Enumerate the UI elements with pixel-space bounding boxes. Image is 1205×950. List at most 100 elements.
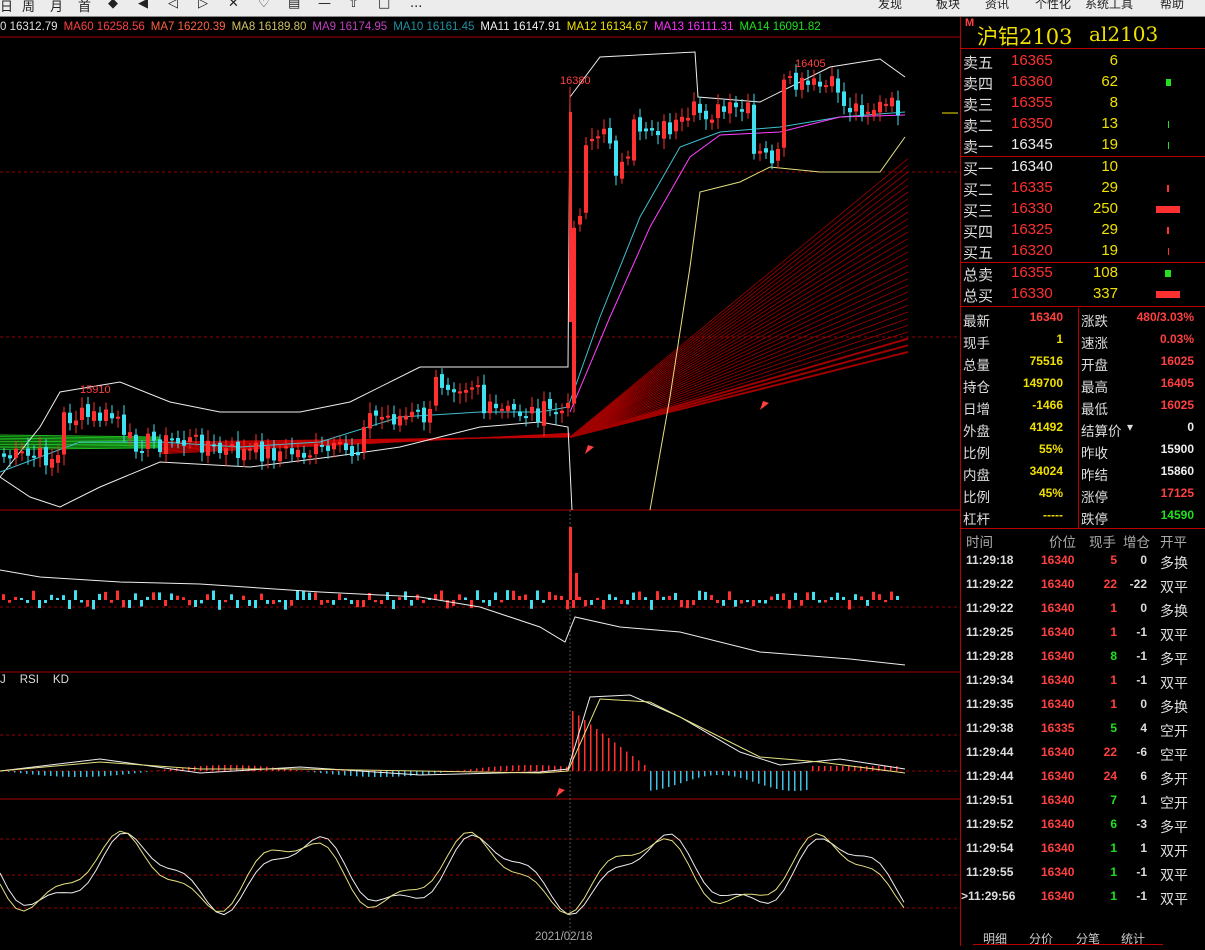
tick-type: 双平	[1160, 577, 1188, 597]
tick-time: 11:29:22	[966, 577, 1013, 591]
candle-body	[569, 112, 572, 322]
fan-line	[570, 172, 908, 437]
candle-body	[842, 91, 846, 105]
candle-body	[446, 385, 450, 390]
volume-bar	[92, 600, 95, 609]
tick-oi-change: -1	[1136, 865, 1147, 879]
macd-bar	[578, 716, 580, 772]
tick-row[interactable]: 11:29:4416340246多开	[961, 766, 1205, 790]
volume-bar	[752, 600, 755, 606]
tick-price: 16340	[1041, 745, 1074, 759]
chevron-down-icon[interactable]: ▾	[1127, 420, 1133, 434]
macd-bar	[8, 771, 10, 772]
candle-body	[170, 438, 174, 440]
tick-row[interactable]: 11:29:181634050多换	[961, 550, 1205, 574]
macd-bar	[500, 766, 502, 771]
tick-time: 11:29:55	[966, 865, 1013, 879]
tick-row[interactable]: 11:29:55163401-1双平	[961, 862, 1205, 886]
macd-bar	[788, 771, 790, 791]
volume-bar	[212, 591, 215, 600]
volume-bar	[602, 600, 605, 609]
toolbar-menu-item[interactable]: 帮助	[1160, 0, 1184, 12]
candle-body	[326, 446, 330, 451]
toolbar-menu-item[interactable]: 板块	[936, 0, 960, 12]
volume-bar	[260, 594, 263, 600]
ma-legend-item: MA10 16161.45	[393, 21, 474, 33]
indicator-tab[interactable]: KD	[53, 674, 69, 686]
candle-body	[62, 412, 66, 454]
tick-row[interactable]: 11:29:52163406-3多平	[961, 814, 1205, 838]
tick-row[interactable]: 11:29:511634071空开	[961, 790, 1205, 814]
tick-row[interactable]: 11:29:221634022-22双平	[961, 574, 1205, 598]
volume-bar	[548, 592, 551, 600]
macd-bar	[74, 771, 76, 777]
toolbar-button[interactable]: ◆	[108, 0, 118, 11]
candle-body	[230, 444, 234, 446]
candle-body	[92, 411, 96, 421]
ma-legend-item: MA7 16220.39	[151, 21, 226, 33]
indicator-tab[interactable]: J	[0, 674, 6, 686]
macd-bar	[704, 771, 706, 776]
toolbar-button[interactable]: ▷	[198, 0, 208, 11]
fan-line	[570, 279, 908, 437]
tick-row[interactable]: 11:29:25163401-1双平	[961, 622, 1205, 646]
indicator-tab[interactable]: RSI	[20, 674, 39, 686]
candle-body	[176, 438, 180, 443]
order-price: 16330	[1011, 200, 1053, 217]
toolbar-button[interactable]: □	[378, 0, 390, 11]
tick-row[interactable]: >11:29:56163401-1双平	[961, 886, 1205, 910]
quote-value: 16340	[1013, 310, 1063, 324]
macd-bar	[746, 771, 748, 780]
candle-body	[812, 78, 816, 84]
order-level-label: 总买	[963, 285, 993, 306]
toolbar-button[interactable]: 月	[50, 0, 63, 15]
volume-bar	[86, 600, 89, 607]
macd-bar	[800, 771, 802, 791]
candle-body	[374, 410, 378, 415]
tick-price: 16340	[1041, 577, 1074, 591]
toolbar-button[interactable]: —	[318, 0, 331, 11]
kline-chart-area[interactable]: 163801640515910	[0, 17, 960, 946]
macd-bar	[830, 766, 832, 771]
toolbar-button[interactable]: ◁	[168, 0, 178, 11]
tick-row[interactable]: 11:29:28163408-1多平	[961, 646, 1205, 670]
candle-body	[278, 451, 282, 461]
toolbar-menu-item[interactable]: 个性化	[1035, 0, 1071, 12]
volume-bar	[1166, 79, 1171, 86]
tick-hand: 1	[1110, 625, 1117, 639]
macd-bar	[356, 771, 358, 776]
tick-price: 16340	[1041, 625, 1074, 639]
macd-bar	[188, 767, 190, 771]
candle-body	[320, 445, 324, 447]
tick-row[interactable]: 11:29:34163401-1双平	[961, 670, 1205, 694]
volume-bar	[470, 600, 473, 608]
candle-body	[728, 102, 732, 113]
toolbar-button[interactable]: ⇧	[348, 0, 359, 11]
toolbar-button[interactable]: ♡	[258, 0, 270, 11]
tick-row[interactable]: 11:29:221634010多换	[961, 598, 1205, 622]
toolbar-button[interactable]: ✕	[228, 0, 239, 11]
toolbar-button[interactable]: ...	[410, 0, 422, 11]
kline-chart[interactable]: 163801640515910	[0, 17, 960, 946]
toolbar-menu-item[interactable]: 系统工具	[1085, 0, 1133, 12]
toolbar-button[interactable]: 首	[78, 0, 91, 15]
ma-legend-item: 0 16312.79	[0, 21, 58, 33]
macd-bar	[38, 771, 40, 775]
tick-row[interactable]: 11:29:541634011双开	[961, 838, 1205, 862]
candle-body	[536, 408, 540, 422]
toolbar-button[interactable]: 周	[22, 0, 35, 15]
toolbar-menu-item[interactable]: 发现	[878, 0, 902, 12]
tick-price: 16340	[1041, 697, 1074, 711]
tick-row[interactable]: 11:29:441634022-6空平	[961, 742, 1205, 766]
tick-row[interactable]: 11:29:351634010多换	[961, 694, 1205, 718]
order-price: 16355	[1011, 94, 1053, 111]
candle-body	[398, 416, 402, 426]
candle-body	[146, 434, 150, 449]
candle-body	[20, 451, 24, 453]
toolbar-button[interactable]: ▤	[288, 0, 300, 11]
candle-body	[140, 451, 144, 453]
toolbar-button[interactable]: 日	[0, 0, 13, 15]
toolbar-button[interactable]: ◀	[138, 0, 148, 11]
toolbar-menu-item[interactable]: 资讯	[985, 0, 1009, 12]
tick-row[interactable]: 11:29:381633554空开	[961, 718, 1205, 742]
